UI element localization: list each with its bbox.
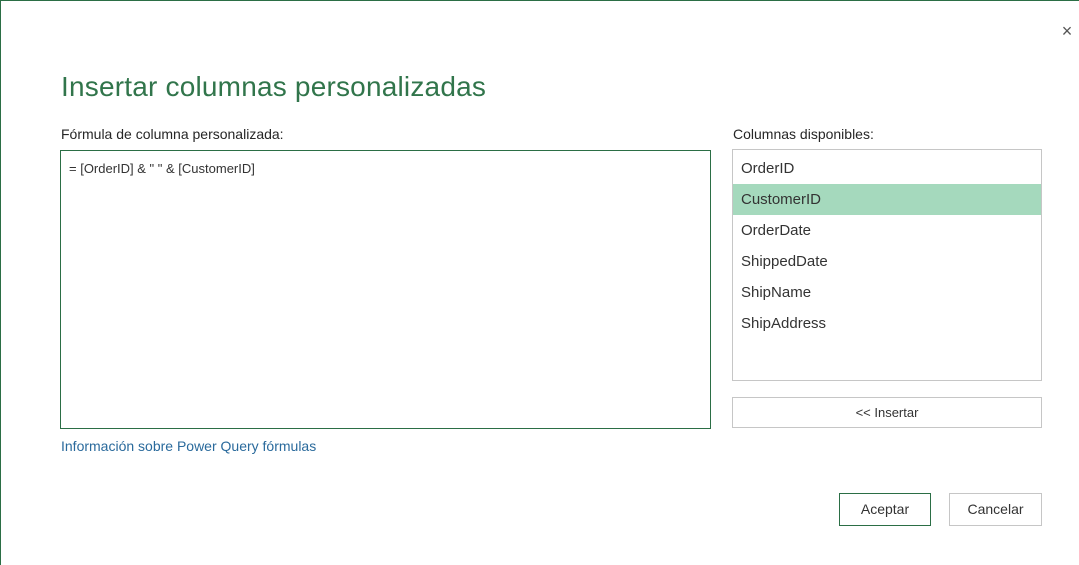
- power-query-formulas-link[interactable]: Información sobre Power Query fórmulas: [61, 438, 316, 454]
- insert-column-button[interactable]: << Insertar: [732, 397, 1042, 428]
- custom-column-dialog: × Insertar columnas personalizadas Fórmu…: [0, 0, 1079, 565]
- column-item-shipaddress[interactable]: ShipAddress: [733, 308, 1041, 339]
- formula-text: = [OrderID] & " " & [CustomerID]: [69, 161, 255, 176]
- available-columns-label: Columnas disponibles:: [733, 126, 874, 142]
- cancel-button[interactable]: Cancelar: [949, 493, 1042, 526]
- column-item-orderdate[interactable]: OrderDate: [733, 215, 1041, 246]
- column-item-shippeddate[interactable]: ShippedDate: [733, 246, 1041, 277]
- column-item-shipname[interactable]: ShipName: [733, 277, 1041, 308]
- column-item-customerid[interactable]: CustomerID: [733, 184, 1041, 215]
- formula-label: Fórmula de columna personalizada:: [61, 126, 284, 142]
- column-item-orderid[interactable]: OrderID: [733, 153, 1041, 184]
- ok-button[interactable]: Aceptar: [839, 493, 931, 526]
- dialog-title: Insertar columnas personalizadas: [61, 71, 487, 102]
- close-icon[interactable]: ×: [1059, 22, 1075, 40]
- available-columns-list[interactable]: OrderID CustomerID OrderDate ShippedDate…: [732, 149, 1042, 381]
- formula-editor[interactable]: = [OrderID] & " " & [CustomerID]: [60, 150, 711, 429]
